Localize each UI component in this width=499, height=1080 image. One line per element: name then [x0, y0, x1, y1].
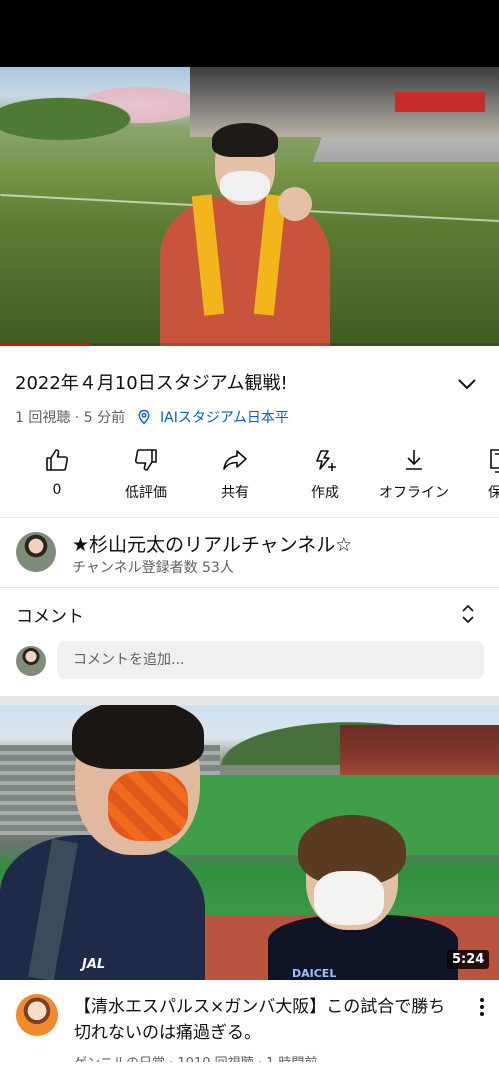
share-button[interactable]: 共有: [190, 446, 280, 506]
share-label: 共有: [221, 485, 249, 501]
thumb-person-left: JAL: [0, 705, 205, 980]
remix-button[interactable]: 作成: [280, 446, 370, 506]
save-button[interactable]: 保: [462, 446, 499, 506]
thumb-person-right: DAICEL: [268, 815, 458, 980]
more-vert-icon: [480, 998, 484, 1016]
like-button[interactable]: 0: [12, 446, 102, 506]
location-pin-icon: [138, 409, 150, 425]
download-label: オフライン: [379, 485, 449, 501]
shirt-logo-daicel: DAICEL: [292, 967, 337, 980]
user-avatar: [16, 646, 46, 676]
player-person: [160, 123, 330, 346]
chevron-down-icon: [458, 379, 476, 390]
thumbs-up-icon: [46, 449, 69, 471]
video-meta: 1 回視聴 · 5 分前 IAIスタジアム日本平: [15, 407, 289, 427]
channel-name[interactable]: ★杉山元太のリアルチャンネル☆: [72, 530, 352, 557]
next-video-channel-avatar[interactable]: [16, 994, 58, 1036]
duration-badge: 5:24: [447, 950, 490, 969]
view-count-and-time: 1 回視聴 · 5 分前: [15, 410, 126, 426]
status-bar: [0, 0, 499, 67]
unfold-icon: [462, 604, 474, 624]
player-stadium-banner: [395, 92, 485, 112]
subscriber-count: チャンネル登録者数 53人: [72, 560, 234, 576]
shirt-logo-jal: JAL: [82, 957, 106, 972]
dislike-label: 低評価: [125, 485, 167, 501]
video-player[interactable]: [0, 67, 499, 346]
save-icon: [490, 449, 499, 473]
expand-description-button[interactable]: [452, 370, 482, 398]
next-video-meta: ゲンニルの日常 · 1010 回視聴 · 1 時間前: [74, 1052, 317, 1062]
progress-fill: [0, 343, 90, 346]
section-gap: [0, 696, 499, 705]
location-link[interactable]: IAIスタジアム日本平: [160, 410, 289, 426]
share-icon: [223, 450, 247, 470]
next-video-title[interactable]: 【清水エスパルス×ガンバ大阪】この試合で勝ち切れないのは痛過ぎる。: [74, 994, 454, 1046]
action-bar: 0 低評価 共有 作成 オフライン 保: [0, 446, 499, 506]
divider: [0, 587, 499, 588]
video-title: 2022年４月10日スタジアム観戦!: [15, 373, 288, 394]
comments-expand-button[interactable]: [458, 603, 478, 625]
save-label: 保: [488, 485, 499, 501]
thumbs-down-icon: [134, 449, 157, 471]
remix-label: 作成: [311, 485, 339, 501]
progress-bar[interactable]: [0, 343, 499, 346]
like-count: 0: [52, 482, 62, 498]
dislike-button[interactable]: 低評価: [101, 446, 191, 506]
divider: [0, 517, 499, 518]
comment-input[interactable]: [57, 641, 484, 679]
next-video-menu-button[interactable]: [472, 996, 492, 1018]
comments-title[interactable]: コメント: [16, 602, 84, 627]
next-video-thumbnail[interactable]: JAL DAICEL: [0, 705, 499, 980]
download-icon: [406, 450, 422, 470]
channel-avatar[interactable]: [16, 532, 56, 572]
remix-icon: [316, 450, 336, 471]
download-button[interactable]: オフライン: [369, 446, 459, 506]
